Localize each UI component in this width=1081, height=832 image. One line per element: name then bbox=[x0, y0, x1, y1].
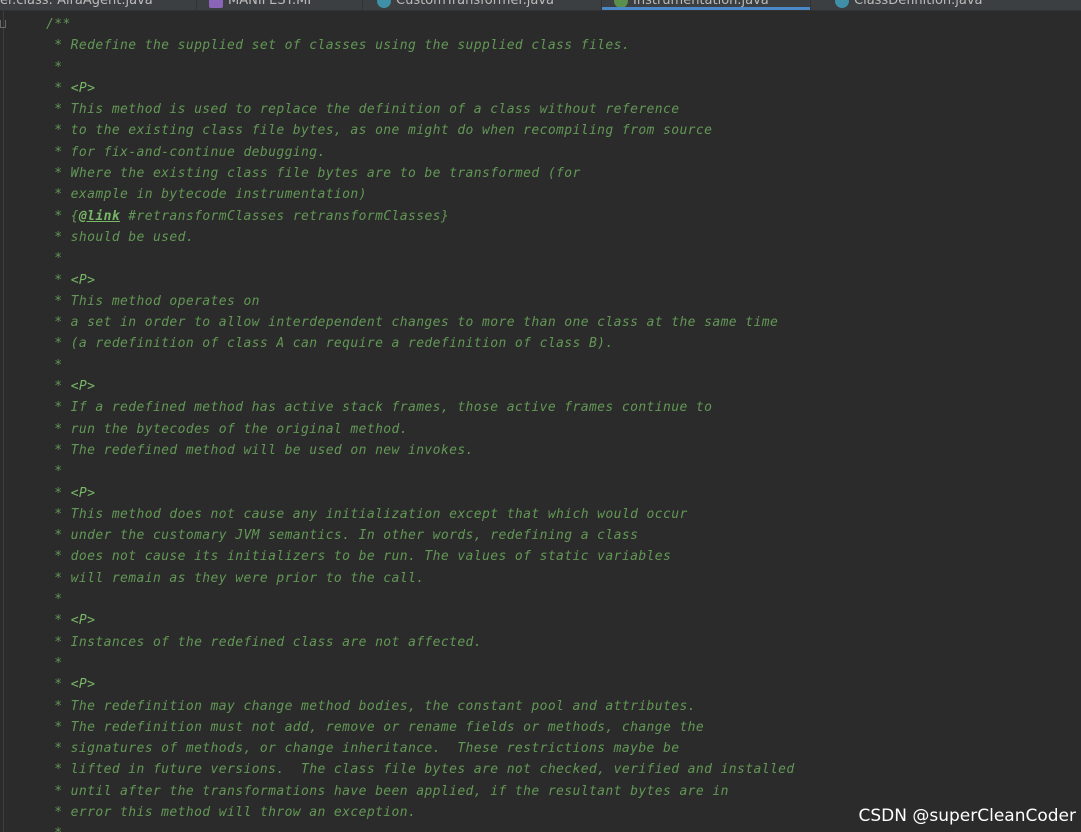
html-p-tag: <P> bbox=[70, 677, 96, 693]
code-line: * error this method will throw an except… bbox=[46, 804, 417, 820]
code-line: * This method does not cause any initial… bbox=[46, 506, 688, 522]
code-line: * Instances of the redefined class are n… bbox=[46, 634, 483, 650]
code-line: * run the bytecodes of the original meth… bbox=[46, 421, 408, 437]
tab-instrumentation[interactable]: Instrumentation.java bbox=[602, 0, 811, 10]
code-line: * lifted in future versions. The class f… bbox=[46, 762, 795, 778]
html-p-tag: <P> bbox=[70, 272, 96, 288]
class-icon bbox=[377, 0, 391, 8]
tab-label: Instrumentation.java bbox=[633, 0, 769, 8]
code-line: * (a redefinition of class A can require… bbox=[46, 336, 614, 352]
code-line: * bbox=[46, 655, 63, 671]
code-line: * bbox=[46, 59, 63, 75]
code-line: * <P> bbox=[46, 80, 96, 96]
code-line: * until after the transformations have b… bbox=[46, 783, 729, 799]
code-line: * <P> bbox=[46, 379, 96, 395]
code-line: * <P> bbox=[46, 613, 96, 629]
html-p-tag: <P> bbox=[70, 613, 96, 629]
javadoc-link-tag: @link bbox=[78, 208, 121, 224]
fold-icon[interactable] bbox=[0, 20, 6, 28]
code-editor[interactable]: /** * Redefine the supplied set of class… bbox=[46, 14, 795, 832]
code-line: * Redefine the supplied set of classes u… bbox=[46, 38, 631, 54]
code-line: * bbox=[46, 251, 63, 267]
code-line: * to the existing class file bytes, as o… bbox=[46, 123, 713, 139]
tab-label: CustomTransformer.java bbox=[396, 0, 554, 8]
code-line: * <P> bbox=[46, 485, 96, 501]
code-line: * for fix-and-continue debugging. bbox=[46, 144, 326, 160]
code-line: * The redefined method will be used on n… bbox=[46, 442, 474, 458]
tab-label: ClassDefinition.java bbox=[854, 0, 983, 8]
tab-manifest[interactable]: MANIFEST.MF bbox=[197, 0, 363, 10]
code-line: * If a redefined method has active stack… bbox=[46, 400, 713, 416]
manifest-icon bbox=[209, 0, 223, 8]
code-line: * The redefinition must not add, remove … bbox=[46, 719, 705, 735]
code-line: * This method is used to replace the def… bbox=[46, 102, 680, 118]
code-line: * will remain as they were prior to the … bbox=[46, 570, 425, 586]
class-icon bbox=[835, 0, 849, 8]
code-line: * The redefinition may change method bod… bbox=[46, 698, 696, 714]
tab-label: MANIFEST.MF bbox=[228, 0, 315, 8]
tab-aira-agent[interactable]: er.class: AiraAgent.java bbox=[0, 0, 197, 10]
code-line: * example in bytecode instrumentation) bbox=[46, 187, 367, 203]
interface-icon bbox=[614, 0, 628, 8]
html-p-tag: <P> bbox=[70, 80, 96, 96]
html-p-tag: <P> bbox=[70, 485, 96, 501]
code-line: * bbox=[46, 823, 795, 832]
code-line: * {@link #retransformClasses retransform… bbox=[46, 208, 450, 224]
code-line: * Where the existing class file bytes ar… bbox=[46, 166, 581, 182]
watermark: CSDN @superCleanCoder bbox=[858, 806, 1077, 826]
editor-tab-bar: er.class: AiraAgent.java MANIFEST.MF Cus… bbox=[0, 0, 1081, 11]
code-line: * <P> bbox=[46, 677, 96, 693]
code-line: * a set in order to allow interdependent… bbox=[46, 315, 779, 331]
code-line: * <P> bbox=[46, 272, 96, 288]
code-line: * This method operates on bbox=[46, 293, 260, 309]
code-line: * bbox=[46, 592, 63, 608]
code-line: * does not cause its initializers to be … bbox=[46, 549, 672, 565]
editor-window: er.class: AiraAgent.java MANIFEST.MF Cus… bbox=[0, 0, 1081, 832]
tab-label: er.class: AiraAgent.java bbox=[0, 0, 153, 8]
code-line: /** bbox=[46, 17, 71, 32]
editor-gutter bbox=[3, 11, 4, 832]
code-line: * should be used. bbox=[46, 229, 195, 245]
code-line: * bbox=[46, 464, 63, 480]
html-p-tag: <P> bbox=[70, 379, 96, 395]
code-line: * bbox=[46, 357, 63, 373]
code-line: * signatures of methods, or change inher… bbox=[46, 741, 680, 757]
tab-class-definition[interactable]: ClassDefinition.java bbox=[811, 0, 1081, 10]
tab-custom-transformer[interactable]: CustomTransformer.java bbox=[363, 0, 602, 10]
code-line: * under the customary JVM semantics. In … bbox=[46, 528, 639, 544]
